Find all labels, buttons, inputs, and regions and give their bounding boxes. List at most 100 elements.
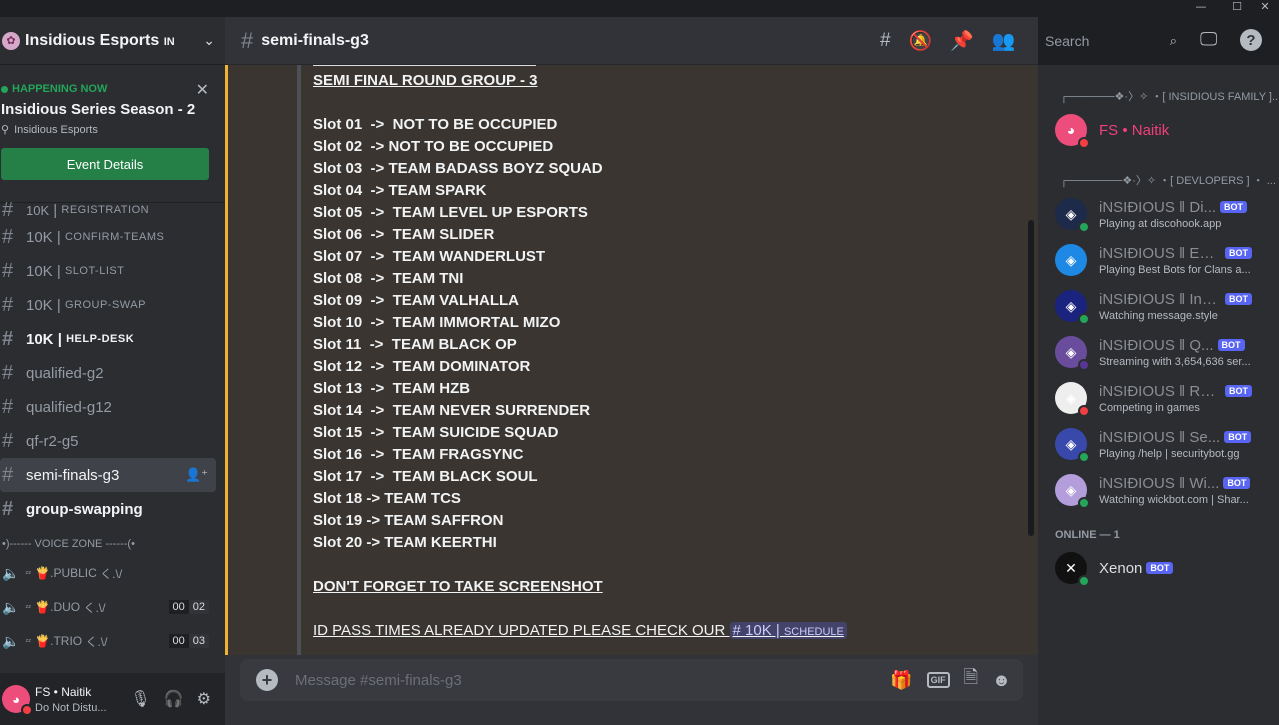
message-input[interactable] xyxy=(295,671,891,689)
speaker-icon: 🔈 xyxy=(2,564,20,581)
gear-icon[interactable]: ⚙ xyxy=(197,689,211,709)
microphone-icon[interactable]: 🎙 xyxy=(130,689,150,709)
channel-group-swap[interactable]: #10K | GROUP-SWAP xyxy=(0,288,225,322)
channel-confirm-teams[interactable]: #10K | CONFIRM-TEAMS xyxy=(0,220,225,254)
bot-avatar: ✕ xyxy=(1055,552,1090,587)
location-pin-icon: ⚲ xyxy=(1,124,10,136)
slot-line: Slot 06 -> TEAM SLIDER xyxy=(313,226,495,243)
close-window-button[interactable]: ✕ xyxy=(1248,0,1279,17)
help-icon[interactable]: ? xyxy=(1240,29,1262,51)
status-indicator-icon xyxy=(1078,405,1090,417)
hash-thread-icon: # xyxy=(2,463,14,486)
search-input[interactable] xyxy=(1045,33,1170,49)
channel-title: semi-finals-g3 xyxy=(261,31,369,49)
server-sidebar: ✿ Insidious Esports IN ⌄ HAPPENING NOW ✕… xyxy=(0,17,225,725)
channel-registration[interactable]: #10K | REGISTRATION xyxy=(0,199,225,221)
idpass-text: ID PASS TIMES ALREADY UPDATED PLEASE CHE… xyxy=(313,622,730,639)
server-flower-icon: ✿ xyxy=(2,31,20,50)
sticker-icon[interactable]: 🗎 xyxy=(964,665,978,695)
member-item[interactable]: ◈ iNSIĐIOUS ‖ RE... BOT Competing in games xyxy=(1038,375,1279,421)
headphones-icon[interactable]: 🎧 xyxy=(164,689,184,709)
member-activity: Competing in games xyxy=(1099,401,1200,414)
hash-thread-icon: # xyxy=(2,395,14,418)
channel-qualified-g2[interactable]: # qualified-g2 xyxy=(0,356,225,390)
message-list[interactable]: SEMI FINAL ROUND GROUP - 3 Slot 01 -> NO… xyxy=(225,65,1038,655)
bot-avatar: ◈ xyxy=(1055,244,1087,276)
avatar[interactable]: ◕ xyxy=(2,685,33,716)
avatar: ◕ xyxy=(1055,114,1090,149)
fries-icon: 🍟 xyxy=(35,566,51,580)
live-dot-icon xyxy=(1,85,8,93)
pin-icon[interactable]: 📌 xyxy=(950,29,974,53)
slot-line: Slot 12 -> TEAM DOMINATOR xyxy=(313,358,531,375)
voice-category[interactable]: •)------ VOICE ZONE ------(• xyxy=(0,532,225,556)
member-activity: Watching message.style xyxy=(1099,309,1218,322)
gif-button[interactable]: GIF xyxy=(926,672,950,688)
member-item[interactable]: ◈ iNSIĐIOUS ‖ Ins... BOT Watching message.s… xyxy=(1038,283,1279,329)
status-indicator-icon xyxy=(1078,359,1090,371)
member-item[interactable]: ◈ iNSIĐIOUS ‖ Q... BOT Streaming with 3,654… xyxy=(1038,329,1279,375)
member-item[interactable]: ◈ iNSIĐIOUS ‖ Wi... BOT Watching wickbot.co… xyxy=(1038,467,1279,513)
member-name: iNSIĐIOUS ‖ Q... xyxy=(1099,336,1214,354)
bot-avatar: ◈ xyxy=(1055,474,1090,509)
close-icon[interactable]: ✕ xyxy=(196,80,209,100)
channel-qf-r2-g5[interactable]: # qf-r2-g5 xyxy=(0,424,225,458)
message-content: SEMI FINAL ROUND GROUP - 3 Slot 01 -> NO… xyxy=(313,65,847,642)
slot-line: Slot 03 -> TEAM BADASS BOYZ SQUAD xyxy=(313,160,603,177)
member-category-online: ONLINE — 1 xyxy=(1055,529,1120,541)
member-category-family: ┌──────❖·〉✧ ・[ INSIDIOUS FAMILY ]... xyxy=(1060,91,1279,103)
channel-semi-finals-g3[interactable]: # semi-finals-g3 👤⁺ xyxy=(0,458,216,492)
event-details-button[interactable]: Event Details xyxy=(1,148,209,180)
speaker-icon: 🔈 xyxy=(2,598,20,615)
channel-help-desk[interactable]: #10K | HELP-DESK xyxy=(0,322,225,356)
status-indicator-icon xyxy=(1078,451,1090,463)
member-name: iNSIĐIOUS ‖ Se... xyxy=(1099,428,1221,446)
header-toolbar: # 🔕 📌 👥 xyxy=(880,17,1016,65)
member-item[interactable]: ◈ iNSIĐIOUS ‖ Se... BOT Playing /help | sec… xyxy=(1038,421,1279,467)
member-activity: Streaming with 3,654,636 ser... xyxy=(1099,355,1251,368)
add-member-icon[interactable]: 👤⁺ xyxy=(185,467,208,483)
hash-icon: # xyxy=(2,497,14,520)
add-attachment-icon[interactable]: + xyxy=(256,669,278,691)
slot-line: Slot 07 -> TEAM WANDERLUST xyxy=(313,248,546,265)
search-box[interactable]: ⌕ xyxy=(1039,29,1183,53)
threads-icon[interactable]: # xyxy=(880,30,891,52)
channel-mention-schedule[interactable]: # 10K | SCHEDULE xyxy=(729,622,847,639)
event-title: Insidious Series Season - 2 xyxy=(1,101,196,118)
search-icon: ⌕ xyxy=(1169,33,1177,48)
gift-icon[interactable]: 🎁 xyxy=(890,670,912,691)
fries-icon: 🍟 xyxy=(35,600,51,614)
slot-line: Slot 02 -> NOT TO BE OCCUPIED xyxy=(313,138,554,155)
user-panel: ◕ FS • Naitik Do Not Distu... 🎙 🎧 ⚙ xyxy=(0,673,225,725)
scrollbar[interactable] xyxy=(1028,220,1034,536)
channel-slot-list[interactable]: #10K | SLOT-LIST xyxy=(0,254,225,288)
channel-qualified-g12[interactable]: # qualified-g12 xyxy=(0,390,225,424)
member-item[interactable]: ◈ iNSIĐIOUS ‖ ESP... BOT Playing Best Bots … xyxy=(1038,237,1279,283)
slot-line: Slot 04 -> TEAM SPARK xyxy=(313,182,487,199)
members-icon[interactable]: 👥 xyxy=(992,29,1016,53)
channel-group-swapping[interactable]: # group-swapping xyxy=(0,492,225,526)
member-item[interactable]: ◕ FS • Naitik xyxy=(1038,107,1279,153)
chevron-down-icon[interactable]: ⌄ xyxy=(203,32,215,49)
bot-badge: BOT xyxy=(1225,293,1252,305)
inbox-icon[interactable]: 🖵 xyxy=(1200,29,1217,50)
window-titlebar: — ☐ ✕ xyxy=(0,0,1279,17)
member-activity: Playing /help | securitybot.gg xyxy=(1099,447,1240,460)
member-activity: Playing at discohook.app xyxy=(1099,217,1222,230)
member-category-devs: ┌───────❖·〉✧ ・[ DEVLOPERS ] ・ ... xyxy=(1060,175,1276,187)
bot-avatar: ◈ xyxy=(1055,428,1090,463)
event-banner: HAPPENING NOW ✕ Insidious Series Season … xyxy=(0,65,225,203)
member-name: iNSIĐIOUS ‖ RE... xyxy=(1099,382,1221,400)
bot-badge: BOT xyxy=(1223,477,1251,489)
member-item[interactable]: ✕ Xenon BOT xyxy=(1038,545,1279,591)
voice-channel-duo[interactable]: 🔈 ᶻᶻ 🍟 .DUO く.\/00 02 xyxy=(0,590,225,624)
minimize-button[interactable]: — xyxy=(1184,0,1218,17)
voice-channel-trio[interactable]: 🔈 ᶻᶻ 🍟 .TRIO く.\/00 03 xyxy=(0,624,225,658)
voice-channel-public[interactable]: 🔈 ᶻᶻ 🍟 .PUBLIC く.\/ xyxy=(0,556,225,590)
mute-bell-icon[interactable]: 🔕 xyxy=(909,29,933,53)
member-item[interactable]: ◈ iNSIĐIOUS ‖ Di... BOT Playing at discohoo… xyxy=(1038,191,1279,237)
emoji-icon[interactable]: ☻ xyxy=(992,670,1011,691)
slot-line: Slot 14 -> TEAM NEVER SURRENDER xyxy=(313,402,591,419)
server-header[interactable]: ✿ Insidious Esports IN ⌄ xyxy=(0,17,225,65)
member-name: iNSIĐIOUS ‖ Wi... xyxy=(1099,474,1220,492)
